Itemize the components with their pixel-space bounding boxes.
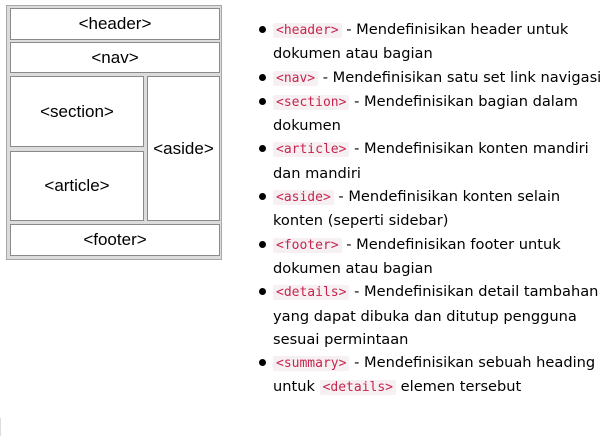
list-item: <section> - Mendefinisikan bagian dalam … — [258, 90, 608, 138]
list-item: <footer> - Mendefinisikan footer untuk d… — [258, 233, 608, 281]
item-description: elemen tersebut — [396, 378, 522, 396]
nav-block: <nav> — [10, 42, 220, 73]
list-item: <aside> - Mendefinisikan konten selain k… — [258, 185, 608, 233]
semantic-layout-diagram: <header> <nav> <section> <article> <asid… — [6, 5, 222, 260]
list-item: <header> - Mendefinisikan header untuk d… — [258, 18, 608, 66]
tag-code: <aside> — [273, 190, 334, 206]
list-item: <summary> - Mendefinisikan sebuah headin… — [258, 351, 608, 400]
aside-block: <aside> — [147, 76, 220, 221]
bullet-icon — [259, 97, 266, 105]
tag-code: <nav> — [273, 70, 319, 86]
tag-code: <article> — [273, 142, 350, 158]
tag-code: <section> — [273, 94, 350, 110]
element-description-list: <header> - Mendefinisikan header untuk d… — [258, 18, 608, 400]
bullet-icon — [259, 288, 266, 296]
footer-block: <footer> — [10, 224, 220, 256]
bullet-icon — [259, 193, 266, 201]
header-block: <header> — [10, 8, 220, 40]
edge-divider — [0, 418, 1, 436]
tag-code: <footer> — [273, 237, 342, 253]
tag-code: <details> — [273, 285, 350, 301]
bullet-icon — [259, 359, 266, 367]
item-description: - Mendefinisikan satu set link navigasi — [318, 68, 602, 86]
section-block: <section> — [10, 76, 144, 147]
bullet-icon — [259, 240, 266, 248]
list-item: <details> - Mendefinisikan detail tambah… — [258, 280, 608, 351]
bullet-icon — [259, 73, 266, 81]
article-block: <article> — [10, 151, 144, 221]
tag-code: <details> — [319, 380, 397, 396]
tag-code: <summary> — [273, 356, 350, 372]
bullet-icon — [259, 145, 266, 153]
bullet-icon — [259, 26, 266, 33]
list-item: <article> - Mendefinisikan konten mandir… — [258, 137, 608, 185]
list-item: <nav> - Mendefinisikan satu set link nav… — [258, 66, 608, 90]
tag-code: <header> — [273, 23, 342, 38]
